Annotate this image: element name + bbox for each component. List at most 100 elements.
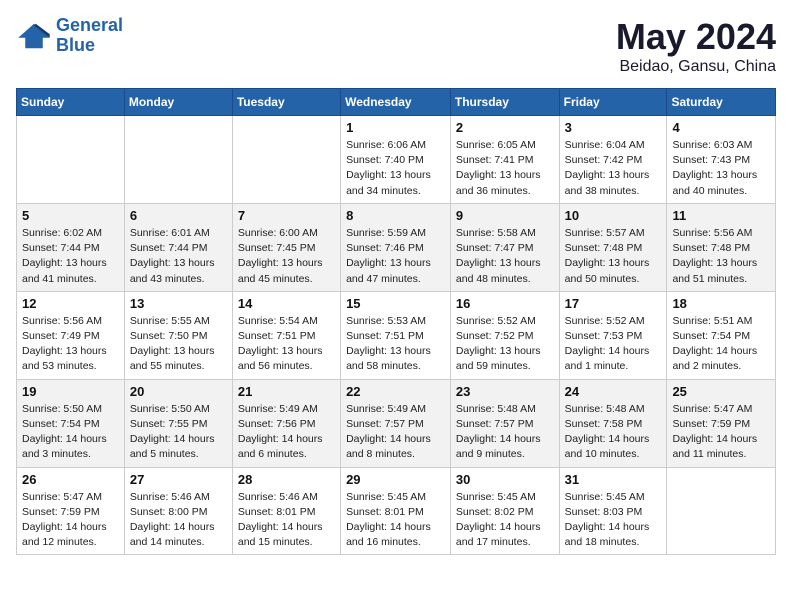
logo-icon [16,22,52,50]
day-info: Sunrise: 5:45 AM Sunset: 8:02 PM Dayligh… [456,490,554,551]
day-info: Sunrise: 5:49 AM Sunset: 7:56 PM Dayligh… [238,402,335,463]
day-info: Sunrise: 5:47 AM Sunset: 7:59 PM Dayligh… [672,402,770,463]
day-number: 7 [238,208,335,223]
calendar-cell: 27 Sunrise: 5:46 AM Sunset: 8:00 PM Dayli… [124,467,232,555]
weekday-header: Thursday [450,89,559,116]
logo-text: General Blue [56,16,123,56]
day-info: Sunrise: 5:59 AM Sunset: 7:46 PM Dayligh… [346,226,445,287]
calendar-cell: 20Sunrise: 5:50 AM Sunset: 7:55 PM Dayli… [124,379,232,467]
day-info: Sunrise: 5:57 AM Sunset: 7:48 PM Dayligh… [565,226,662,287]
day-number: 26 [22,472,119,487]
month-title: May 2024 [616,16,776,58]
calendar-cell: 15 Sunrise: 5:53 AM Sunset: 7:51 PM Dayli… [341,291,451,379]
day-info: Sunrise: 5:53 AM Sunset: 7:51 PM Dayligh… [346,314,445,375]
calendar-table: SundayMondayTuesdayWednesdayThursdayFrid… [16,88,776,555]
day-number: 29 [346,472,445,487]
day-info: Sunrise: 5:52 AM Sunset: 7:53 PM Dayligh… [565,314,662,375]
calendar-cell: 4Sunrise: 6:03 AM Sunset: 7:43 PM Daylig… [667,116,776,204]
calendar-cell: 23 Sunrise: 5:48 AM Sunset: 7:57 PM Dayli… [450,379,559,467]
calendar-week-row: 1 Sunrise: 6:06 AM Sunset: 7:40 PM Daylig… [17,116,776,204]
calendar-week-row: 12Sunrise: 5:56 AM Sunset: 7:49 PM Dayli… [17,291,776,379]
weekday-header: Monday [124,89,232,116]
day-number: 31 [565,472,662,487]
calendar-cell: 6 Sunrise: 6:01 AM Sunset: 7:44 PM Daylig… [124,203,232,291]
day-info: Sunrise: 5:52 AM Sunset: 7:52 PM Dayligh… [456,314,554,375]
page-header: General Blue May 2024 Beidao, Gansu, Chi… [16,16,776,76]
calendar-cell: 28 Sunrise: 5:46 AM Sunset: 8:01 PM Dayli… [232,467,340,555]
calendar-cell: 16Sunrise: 5:52 AM Sunset: 7:52 PM Dayli… [450,291,559,379]
day-number: 18 [672,296,770,311]
day-info: Sunrise: 6:01 AM Sunset: 7:44 PM Dayligh… [130,226,227,287]
day-info: Sunrise: 5:47 AM Sunset: 7:59 PM Dayligh… [22,490,119,551]
day-number: 1 [346,120,445,135]
title-block: May 2024 Beidao, Gansu, China [616,16,776,76]
calendar-cell [232,116,340,204]
calendar-cell: 24Sunrise: 5:48 AM Sunset: 7:58 PM Dayli… [559,379,667,467]
day-info: Sunrise: 5:46 AM Sunset: 8:00 PM Dayligh… [130,490,227,551]
weekday-header: Saturday [667,89,776,116]
day-info: Sunrise: 5:46 AM Sunset: 8:01 PM Dayligh… [238,490,335,551]
calendar-week-row: 26 Sunrise: 5:47 AM Sunset: 7:59 PM Dayli… [17,467,776,555]
day-info: Sunrise: 5:56 AM Sunset: 7:48 PM Dayligh… [672,226,770,287]
day-number: 5 [22,208,119,223]
calendar-cell: 29 Sunrise: 5:45 AM Sunset: 8:01 PM Dayli… [341,467,451,555]
weekday-header: Sunday [17,89,125,116]
calendar-week-row: 5Sunrise: 6:02 AM Sunset: 7:44 PM Daylig… [17,203,776,291]
calendar-cell [124,116,232,204]
calendar-cell: 9 Sunrise: 5:58 AM Sunset: 7:47 PM Daylig… [450,203,559,291]
day-info: Sunrise: 5:48 AM Sunset: 7:57 PM Dayligh… [456,402,554,463]
day-number: 13 [130,296,227,311]
calendar-cell: 14 Sunrise: 5:54 AM Sunset: 7:51 PM Dayli… [232,291,340,379]
calendar-cell: 2 Sunrise: 6:05 AM Sunset: 7:41 PM Daylig… [450,116,559,204]
calendar-cell: 12Sunrise: 5:56 AM Sunset: 7:49 PM Dayli… [17,291,125,379]
calendar-cell: 18 Sunrise: 5:51 AM Sunset: 7:54 PM Dayli… [667,291,776,379]
day-number: 28 [238,472,335,487]
day-info: Sunrise: 6:06 AM Sunset: 7:40 PM Dayligh… [346,138,445,199]
weekday-header: Tuesday [232,89,340,116]
day-number: 9 [456,208,554,223]
calendar-cell [17,116,125,204]
weekday-header: Wednesday [341,89,451,116]
logo: General Blue [16,16,123,56]
day-number: 19 [22,384,119,399]
calendar-cell: 13 Sunrise: 5:55 AM Sunset: 7:50 PM Dayli… [124,291,232,379]
day-info: Sunrise: 5:55 AM Sunset: 7:50 PM Dayligh… [130,314,227,375]
calendar-cell: 11Sunrise: 5:56 AM Sunset: 7:48 PM Dayli… [667,203,776,291]
day-info: Sunrise: 5:49 AM Sunset: 7:57 PM Dayligh… [346,402,445,463]
day-info: Sunrise: 5:54 AM Sunset: 7:51 PM Dayligh… [238,314,335,375]
calendar-cell: 7 Sunrise: 6:00 AM Sunset: 7:45 PM Daylig… [232,203,340,291]
day-number: 21 [238,384,335,399]
day-number: 14 [238,296,335,311]
day-number: 8 [346,208,445,223]
day-number: 23 [456,384,554,399]
day-number: 2 [456,120,554,135]
day-info: Sunrise: 5:58 AM Sunset: 7:47 PM Dayligh… [456,226,554,287]
day-info: Sunrise: 6:03 AM Sunset: 7:43 PM Dayligh… [672,138,770,199]
day-info: Sunrise: 6:05 AM Sunset: 7:41 PM Dayligh… [456,138,554,199]
day-info: Sunrise: 5:48 AM Sunset: 7:58 PM Dayligh… [565,402,662,463]
day-number: 27 [130,472,227,487]
day-info: Sunrise: 6:04 AM Sunset: 7:42 PM Dayligh… [565,138,662,199]
day-number: 22 [346,384,445,399]
calendar-cell: 10 Sunrise: 5:57 AM Sunset: 7:48 PM Dayli… [559,203,667,291]
weekday-header-row: SundayMondayTuesdayWednesdayThursdayFrid… [17,89,776,116]
day-number: 6 [130,208,227,223]
weekday-header: Friday [559,89,667,116]
day-info: Sunrise: 5:50 AM Sunset: 7:54 PM Dayligh… [22,402,119,463]
day-number: 10 [565,208,662,223]
calendar-cell: 8 Sunrise: 5:59 AM Sunset: 7:46 PM Daylig… [341,203,451,291]
day-number: 30 [456,472,554,487]
calendar-cell: 22 Sunrise: 5:49 AM Sunset: 7:57 PM Dayli… [341,379,451,467]
day-number: 20 [130,384,227,399]
day-info: Sunrise: 6:00 AM Sunset: 7:45 PM Dayligh… [238,226,335,287]
calendar-cell: 1 Sunrise: 6:06 AM Sunset: 7:40 PM Daylig… [341,116,451,204]
day-number: 15 [346,296,445,311]
day-number: 12 [22,296,119,311]
day-info: Sunrise: 5:45 AM Sunset: 8:01 PM Dayligh… [346,490,445,551]
calendar-cell: 17Sunrise: 5:52 AM Sunset: 7:53 PM Dayli… [559,291,667,379]
calendar-cell: 19 Sunrise: 5:50 AM Sunset: 7:54 PM Dayli… [17,379,125,467]
day-number: 3 [565,120,662,135]
calendar-cell: 30 Sunrise: 5:45 AM Sunset: 8:02 PM Dayli… [450,467,559,555]
calendar-week-row: 19 Sunrise: 5:50 AM Sunset: 7:54 PM Dayli… [17,379,776,467]
day-info: Sunrise: 5:51 AM Sunset: 7:54 PM Dayligh… [672,314,770,375]
